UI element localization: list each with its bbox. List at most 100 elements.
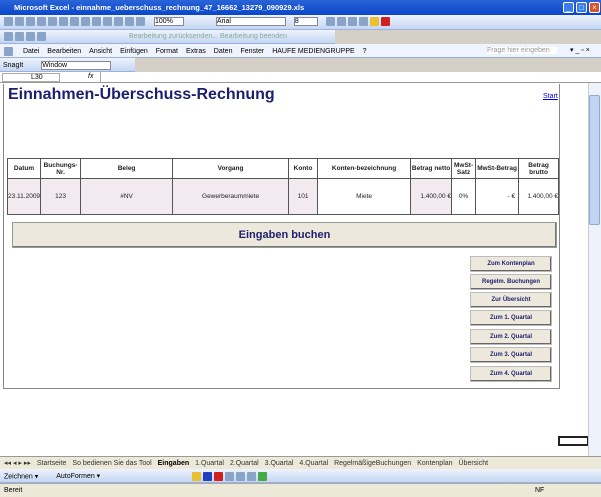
3d-icon[interactable] xyxy=(258,472,268,481)
formula-input[interactable] xyxy=(100,72,600,82)
menu-einfuegen[interactable]: Einfügen xyxy=(120,48,148,55)
menu-format[interactable]: Format xyxy=(156,48,178,55)
font-color-icon[interactable] xyxy=(214,472,224,481)
cell-betrag-brutto[interactable]: 1.400,00 € xyxy=(518,178,560,215)
start-link[interactable]: Start xyxy=(543,93,558,100)
fx-icon[interactable]: fx xyxy=(88,73,93,80)
cell-konto[interactable]: 101 xyxy=(288,178,319,215)
cell-mwst-betrag[interactable]: - € xyxy=(475,178,520,215)
menu-bearbeiten[interactable]: Bearbeiten xyxy=(47,48,81,55)
header-buchungs-nr: Buchungs-Nr. xyxy=(40,158,82,179)
header-konto: Konto xyxy=(288,158,319,179)
new-icon[interactable] xyxy=(4,17,13,26)
quartal-3-button[interactable]: Zum 3. Quartal xyxy=(470,347,552,363)
cell-mwst-satz[interactable]: 0% xyxy=(451,178,477,215)
table-header-row: Datum Buchungs-Nr. Beleg Vorgang Konto K… xyxy=(6,158,560,179)
quartal-4-button[interactable]: Zum 4. Quartal xyxy=(470,366,552,382)
quartal-1-button[interactable]: Zum 1. Quartal xyxy=(470,310,552,326)
status-bar: Bereit NF xyxy=(0,483,601,497)
minimize-button[interactable]: _ xyxy=(563,2,574,13)
paste-icon[interactable] xyxy=(81,17,90,26)
maximize-button[interactable]: □ xyxy=(576,2,587,13)
sort-icon[interactable] xyxy=(125,17,134,26)
review-label[interactable]: Bearbeitung zurücksenden... Bearbeitung … xyxy=(129,33,287,40)
name-box[interactable]: L30 xyxy=(2,73,60,82)
review-icon[interactable] xyxy=(37,32,46,41)
tab-nav-arrows[interactable]: ◂◂ ◂ ▸ ▸▸ xyxy=(4,460,31,467)
tab-startseite[interactable]: Startseite xyxy=(37,460,67,467)
redo-icon[interactable] xyxy=(103,17,112,26)
cell-beleg[interactable]: #NV xyxy=(80,178,174,215)
menu-help[interactable]: ? xyxy=(363,48,367,55)
undo-icon[interactable] xyxy=(92,17,101,26)
shadow-icon[interactable] xyxy=(247,472,257,481)
cut-icon[interactable] xyxy=(59,17,68,26)
header-mwst-satz: MwSt-Satz xyxy=(451,158,477,179)
align-icon[interactable] xyxy=(347,17,357,26)
menu-ansicht[interactable]: Ansicht xyxy=(89,48,112,55)
tab-uebersicht[interactable]: Übersicht xyxy=(459,460,489,467)
tab-so-bedienen[interactable]: So bedienen Sie das Tool xyxy=(72,460,151,467)
euro-icon[interactable] xyxy=(358,17,368,26)
cell-buchungs-nr[interactable]: 123 xyxy=(40,178,82,215)
cell-datum[interactable]: 23.11.2009 xyxy=(6,178,42,215)
print-icon[interactable] xyxy=(37,17,46,26)
review-icon[interactable] xyxy=(15,32,24,41)
review-icon[interactable] xyxy=(4,32,13,41)
font-size-select[interactable]: 8 xyxy=(293,17,318,27)
font-color-icon[interactable] xyxy=(380,17,390,26)
uebersicht-button[interactable]: Zur Übersicht xyxy=(470,292,552,308)
chart-icon[interactable] xyxy=(136,17,145,26)
menu-fenster[interactable]: Fenster xyxy=(240,48,264,55)
shape-box[interactable] xyxy=(558,436,589,446)
status-text: Bereit xyxy=(4,487,23,494)
sum-icon[interactable] xyxy=(114,17,123,26)
snagit-button[interactable]: SnagIt xyxy=(3,62,23,69)
save-icon[interactable] xyxy=(26,17,35,26)
preview-icon[interactable] xyxy=(48,17,57,26)
tab-quartal-4[interactable]: 4.Quartal xyxy=(299,460,328,467)
header-vorgang: Vorgang xyxy=(172,158,290,179)
zoom-select[interactable]: 100% xyxy=(153,17,184,27)
quartal-2-button[interactable]: Zum 2. Quartal xyxy=(470,329,552,345)
tab-kontenplan[interactable]: Kontenplan xyxy=(417,460,452,467)
kontenplan-button[interactable]: Zum Kontenplan xyxy=(470,256,552,272)
cell-vorgang[interactable]: Gewerberaummiete xyxy=(172,178,290,215)
tab-quartal-3[interactable]: 3.Quartal xyxy=(265,460,294,467)
header-betrag-brutto: Betrag brutto xyxy=(518,158,560,179)
line-color-icon[interactable] xyxy=(203,472,213,481)
autoshapes-menu[interactable]: AutoFormen ▾ xyxy=(56,473,100,480)
tab-quartal-1[interactable]: 1.Quartal xyxy=(195,460,224,467)
snagit-window-select[interactable]: Window xyxy=(41,61,112,70)
review-icon[interactable] xyxy=(26,32,35,41)
menu-haufe[interactable]: HAUFE MEDIENGRUPPE xyxy=(272,48,354,55)
font-select[interactable]: Arial xyxy=(215,17,286,27)
copy-icon[interactable] xyxy=(70,17,79,26)
menu-daten[interactable]: Daten xyxy=(214,48,233,55)
tab-eingaben[interactable]: Eingaben xyxy=(158,460,190,467)
doc-window-controls[interactable]: ▾ _ ▫ × xyxy=(570,46,590,54)
italic-icon[interactable] xyxy=(336,17,346,26)
close-button[interactable]: × xyxy=(589,2,600,13)
open-icon[interactable] xyxy=(15,17,24,26)
title-bar: Microsoft Excel - einnahme_ueberschuss_r… xyxy=(0,0,601,15)
header-beleg: Beleg xyxy=(80,158,174,179)
menu-extras[interactable]: Extras xyxy=(186,48,206,55)
cell-kontenbezeichnung[interactable]: Miete xyxy=(317,178,412,215)
menu-datei[interactable]: Datei xyxy=(23,48,39,55)
tab-regelmaessige-buchungen[interactable]: RegelmäßigeBuchungen xyxy=(334,460,411,467)
regelm-buchungen-button[interactable]: Regelm. Buchungen xyxy=(470,274,552,290)
fill-icon[interactable] xyxy=(192,472,202,481)
bold-icon[interactable] xyxy=(325,17,335,26)
snagit-toolbar: SnagIt Window xyxy=(0,58,135,72)
cell-betrag-netto[interactable]: 1.400,00 € xyxy=(410,178,453,215)
tab-quartal-2[interactable]: 2.Quartal xyxy=(230,460,259,467)
draw-menu[interactable]: Zeichnen ▾ xyxy=(4,473,38,480)
eingaben-buchen-button[interactable]: Eingaben buchen xyxy=(12,222,557,248)
fill-color-icon[interactable] xyxy=(369,17,379,26)
line-style-icon[interactable] xyxy=(225,472,235,481)
sheet-tabs: ◂◂ ◂ ▸ ▸▸ Startseite So bedienen Sie das… xyxy=(0,456,601,469)
vertical-scroll-thumb[interactable] xyxy=(589,95,600,225)
help-search-input[interactable]: Frage hier eingeben xyxy=(487,47,557,54)
dash-style-icon[interactable] xyxy=(236,472,246,481)
